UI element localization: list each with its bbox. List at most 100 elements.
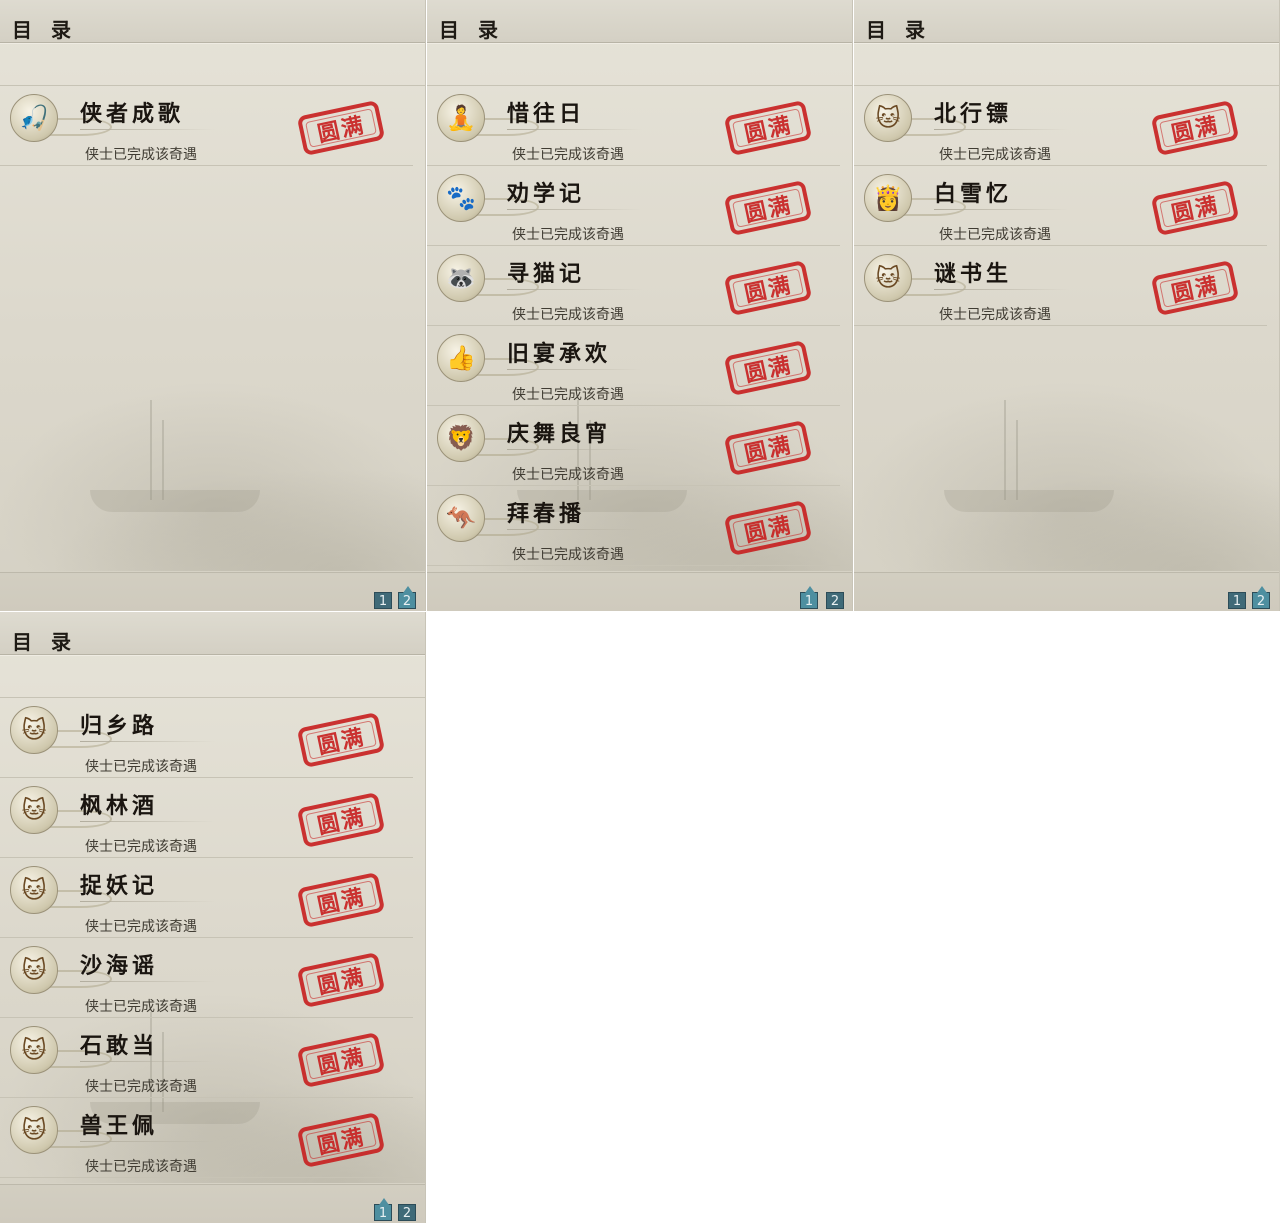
completed-seal-stamp: 圆满 — [296, 99, 386, 157]
completed-seal-stamp: 圆满 — [1150, 179, 1240, 237]
name-underline — [80, 901, 215, 902]
adventure-list-item[interactable]: 🧘 惜往日 侠士已完成该奇遇 圆满 — [427, 86, 840, 166]
title-bar: 目 录 — [0, 612, 425, 655]
name-underline — [80, 1061, 215, 1062]
page-button-1[interactable]: 1 — [374, 1198, 392, 1221]
cat-icon: 🐱 — [10, 946, 58, 994]
pagination-bar: 12 — [0, 572, 425, 611]
completion-status: 侠士已完成该奇遇 — [939, 307, 1051, 323]
name-underline — [934, 289, 1069, 290]
cat-icon: 🐱 — [10, 1106, 58, 1154]
name-underline — [80, 981, 215, 982]
adventure-list-item[interactable]: 🐱 石敢当 侠士已完成该奇遇 圆满 — [0, 1018, 413, 1098]
name-underline — [80, 129, 215, 130]
completed-seal-stamp: 圆满 — [723, 499, 813, 557]
boat-mast — [1004, 400, 1006, 500]
raccoon-icon: 🦝 — [437, 254, 485, 302]
boat-mast — [150, 400, 152, 500]
completed-seal-stamp: 圆满 — [1150, 259, 1240, 317]
adventure-name: 枫林酒 — [80, 793, 159, 819]
completion-status: 侠士已完成该奇遇 — [939, 227, 1051, 243]
cat-icon: 🐱 — [864, 94, 912, 142]
fisherman-icon: 🎣 — [10, 94, 58, 142]
name-underline — [507, 289, 642, 290]
completion-status: 侠士已完成该奇遇 — [85, 759, 197, 775]
page-button-2[interactable]: 2 — [398, 586, 416, 609]
completion-status: 侠士已完成该奇遇 — [85, 1159, 197, 1175]
name-underline — [80, 1141, 215, 1142]
adventure-list-item[interactable]: 🐱 北行镖 侠士已完成该奇遇 圆满 — [854, 86, 1267, 166]
catalog-panel: 目 录 🐱 归乡路 侠士已完成该奇遇 圆满 🐱 枫林酒 侠士已完成该奇遇 圆满 🐱 捉妖记 侠士已完成… — [0, 612, 426, 1223]
adventure-list-item[interactable]: 🦁 庆舞良宵侠士已完成该奇遇 圆满 — [427, 406, 840, 486]
adventure-list-item[interactable]: 🐾 劝学记 侠士已完成该奇遇 圆满 — [427, 166, 840, 246]
completion-status: 侠士已完成该奇遇 — [85, 1079, 197, 1095]
adventure-name: 劝学记 — [507, 181, 586, 207]
page-title: 目 录 — [866, 18, 931, 42]
boat-mast — [162, 420, 164, 500]
adventure-list-item[interactable]: 🐱 沙海谣 侠士已完成该奇遇 圆满 — [0, 938, 413, 1018]
buddha-icon: 🧘 — [437, 94, 485, 142]
boat-mast — [1016, 420, 1018, 500]
name-underline — [934, 209, 1069, 210]
adventure-list-item[interactable]: 🦘 拜春播 侠士已完成该奇遇 圆满 — [427, 486, 840, 566]
adventure-name: 兽王佩 — [80, 1113, 159, 1139]
completed-seal-stamp: 圆满 — [723, 419, 813, 477]
completion-status: 侠士已完成该奇遇 — [512, 307, 624, 323]
adventure-list-item[interactable]: 👸 白雪忆 侠士已完成该奇遇 圆满 — [854, 166, 1267, 246]
page-button-2[interactable]: 2 — [1252, 586, 1270, 609]
page-button-1[interactable]: 1 — [374, 592, 392, 609]
completion-status: 侠士已完成该奇遇 — [512, 147, 624, 163]
row-divider — [427, 565, 840, 566]
completed-seal-stamp: 圆满 — [723, 179, 813, 237]
adventure-list-item[interactable]: 🐱 兽王佩侠士已完成该奇遇 圆满 — [0, 1098, 413, 1178]
kangaroo-icon: 🦘 — [437, 494, 485, 542]
adventure-list-item[interactable]: 🦝 寻猫记侠士已完成该奇遇 圆满 — [427, 246, 840, 326]
adventure-name: 庆舞良宵 — [507, 421, 612, 447]
name-underline — [507, 369, 642, 370]
adventure-name: 寻猫记 — [507, 261, 586, 287]
cat-icon: 🐱 — [864, 254, 912, 302]
adventure-list-item[interactable]: 🎣 侠者成歌 侠士已完成该奇遇 圆满 — [0, 86, 413, 166]
name-underline — [507, 529, 642, 530]
name-underline — [507, 209, 642, 210]
lion-dance-icon: 🦁 — [437, 414, 485, 462]
thumbs-up-icon: 👍 — [437, 334, 485, 382]
completed-seal-stamp: 圆满 — [296, 871, 386, 929]
adventure-name: 沙海谣 — [80, 953, 159, 979]
adventure-name: 石敢当 — [80, 1033, 159, 1059]
page-button-1[interactable]: 1 — [800, 586, 818, 609]
completion-status: 侠士已完成该奇遇 — [85, 999, 197, 1015]
adventure-list-item[interactable]: 🐱 枫林酒 侠士已完成该奇遇 圆满 — [0, 778, 413, 858]
lady-icon: 👸 — [864, 174, 912, 222]
completion-status: 侠士已完成该奇遇 — [512, 227, 624, 243]
page-title: 目 录 — [12, 18, 77, 42]
boat-hull — [90, 490, 260, 512]
completion-status: 侠士已完成该奇遇 — [85, 919, 197, 935]
pagination-bar: 12 — [854, 572, 1279, 611]
row-divider — [0, 165, 413, 166]
adventure-list-item[interactable]: 👍 旧宴承欢 侠士已完成该奇遇 圆满 — [427, 326, 840, 406]
adventure-list-item[interactable]: 🐱 捉妖记 侠士已完成该奇遇 圆满 — [0, 858, 413, 938]
page-button-2[interactable]: 2 — [398, 1204, 416, 1221]
name-underline — [507, 129, 642, 130]
boat-hull — [944, 490, 1114, 512]
adventure-list-item[interactable]: 🐱 谜书生 侠士已完成该奇遇 圆满 — [854, 246, 1267, 326]
completed-seal-stamp: 圆满 — [1150, 99, 1240, 157]
title-bar: 目 录 — [854, 0, 1279, 43]
completed-seal-stamp: 圆满 — [723, 99, 813, 157]
adventure-name: 旧宴承欢 — [507, 341, 612, 367]
completed-seal-stamp: 圆满 — [296, 1111, 386, 1169]
adventure-list-item[interactable]: 🐱 归乡路 侠士已完成该奇遇 圆满 — [0, 698, 413, 778]
cat-icon: 🐱 — [10, 786, 58, 834]
completed-seal-stamp: 圆满 — [723, 339, 813, 397]
page-button-2[interactable]: 2 — [826, 592, 844, 609]
title-bar: 目 录 — [427, 0, 852, 43]
completed-seal-stamp: 圆满 — [723, 259, 813, 317]
page-title: 目 录 — [439, 18, 504, 42]
name-underline — [934, 129, 1069, 130]
row-divider — [854, 325, 1267, 326]
cat-icon: 🐱 — [10, 706, 58, 754]
page-button-1[interactable]: 1 — [1228, 592, 1246, 609]
completed-seal-stamp: 圆满 — [296, 1031, 386, 1089]
completion-status: 侠士已完成该奇遇 — [512, 467, 624, 483]
